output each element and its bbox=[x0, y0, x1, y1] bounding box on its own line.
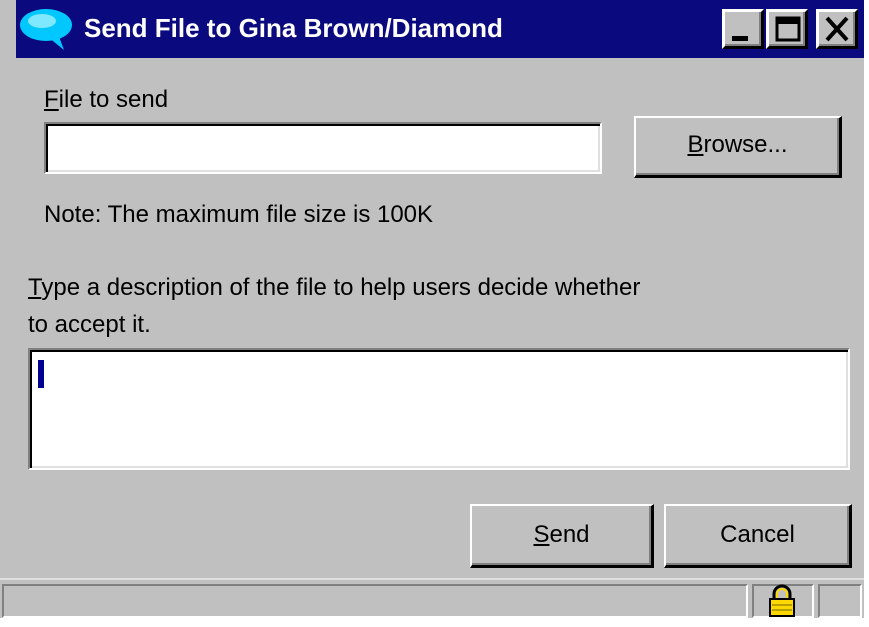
status-text-pane bbox=[2, 584, 748, 618]
browse-label: rowse... bbox=[703, 131, 788, 158]
padlock-icon bbox=[769, 584, 795, 617]
cancel-button[interactable]: Cancel bbox=[664, 504, 852, 568]
minimize-icon bbox=[732, 36, 748, 41]
status-grip-pane bbox=[818, 584, 862, 618]
status-bar bbox=[0, 578, 864, 618]
send-button[interactable]: Send bbox=[470, 504, 654, 568]
send-label: end bbox=[549, 521, 590, 548]
cancel-label: Cancel bbox=[720, 521, 795, 548]
close-icon bbox=[825, 16, 849, 42]
title-bar[interactable]: Send File to Gina Brown/Diamond bbox=[16, 0, 864, 58]
max-size-note: Note: The maximum file size is 100K bbox=[44, 201, 434, 228]
text-caret bbox=[38, 360, 44, 388]
maximize-button[interactable] bbox=[766, 9, 808, 49]
status-lock-pane bbox=[752, 584, 814, 618]
close-button[interactable] bbox=[816, 9, 858, 49]
file-label-text: ile to send bbox=[58, 86, 169, 113]
description-textarea[interactable] bbox=[28, 348, 850, 470]
file-to-send-label: File to send bbox=[44, 86, 168, 114]
browse-button[interactable]: Browse... bbox=[634, 116, 842, 178]
browse-mnemonic: B bbox=[687, 131, 704, 158]
send-file-dialog: Send File to Gina Brown/Diamond File to … bbox=[0, 0, 864, 618]
window-title: Send File to Gina Brown/Diamond bbox=[84, 13, 503, 43]
description-prompt-line2: to accept it. bbox=[28, 311, 151, 338]
description-prompt-text: ype a description of the file to help us… bbox=[41, 274, 641, 301]
file-label-mnemonic: F bbox=[44, 86, 59, 113]
speech-bubble-icon bbox=[20, 9, 72, 50]
minimize-button[interactable] bbox=[722, 9, 764, 49]
description-mnemonic: T bbox=[28, 274, 42, 301]
send-mnemonic: S bbox=[533, 521, 550, 548]
file-path-input[interactable] bbox=[44, 122, 602, 174]
maximize-icon bbox=[775, 16, 801, 42]
description-prompt-line1: Type a description of the file to help u… bbox=[28, 274, 640, 302]
